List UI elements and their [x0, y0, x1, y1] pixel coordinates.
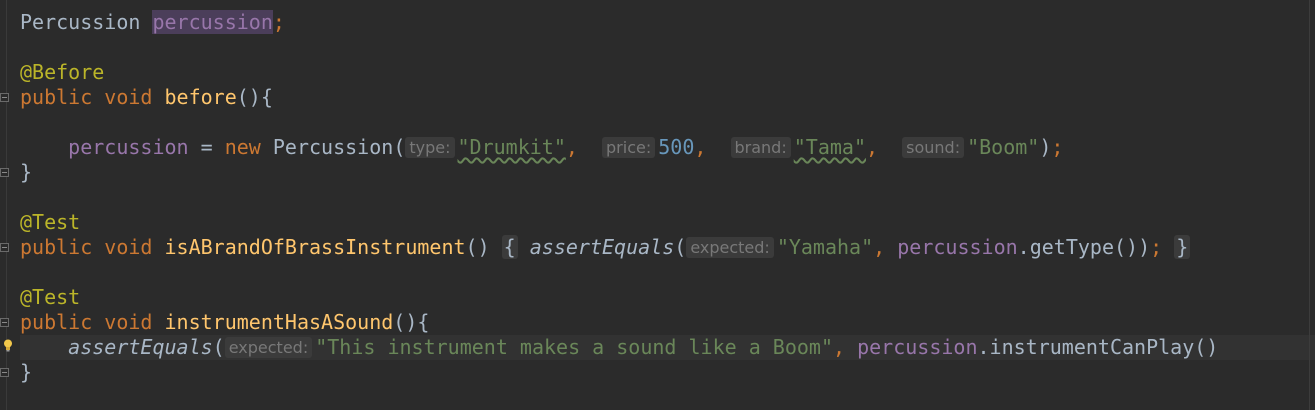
param-hint-expected: expected: [686, 237, 774, 258]
param-hint-expected: expected: [224, 337, 313, 358]
param-hint-sound: sound: [902, 137, 965, 158]
fold-marker-icon[interactable] [0, 93, 9, 102]
fold-marker-icon[interactable] [0, 243, 9, 252]
param-hint-type: type: [405, 137, 455, 158]
code-line-15[interactable]: } [20, 360, 32, 385]
editor-gutter[interactable] [0, 0, 20, 410]
right-margin-guide [1309, 0, 1310, 410]
code-line-4[interactable]: public void before(){ [20, 85, 273, 110]
code-line-9[interactable]: @Test [20, 210, 80, 235]
param-hint-brand: brand: [730, 137, 791, 158]
code-line-10[interactable]: public void isABrandOfBrassInstrument() … [20, 235, 1191, 260]
code-line-1[interactable]: Percussion percussion; [20, 10, 285, 35]
folded-brace-close[interactable]: } [1174, 235, 1191, 259]
fold-marker-icon[interactable] [0, 368, 9, 377]
fold-marker-icon[interactable] [0, 168, 9, 177]
code-line-13[interactable]: public void instrumentHasASound(){ [20, 310, 429, 335]
code-line-7[interactable]: } [20, 160, 32, 185]
fold-marker-icon[interactable] [0, 318, 9, 327]
code-line-6[interactable]: percussion = new Percussion(type: "Drumki… [20, 135, 1063, 160]
folded-brace-open[interactable]: { [501, 235, 518, 259]
intention-bulb-icon[interactable] [3, 339, 13, 352]
code-line-3[interactable]: @Before [20, 60, 104, 85]
code-line-14[interactable]: assertEquals(expected: "This instrument m… [20, 335, 1218, 360]
code-line-12[interactable]: @Test [20, 285, 80, 310]
param-hint-price: price: [602, 137, 656, 158]
